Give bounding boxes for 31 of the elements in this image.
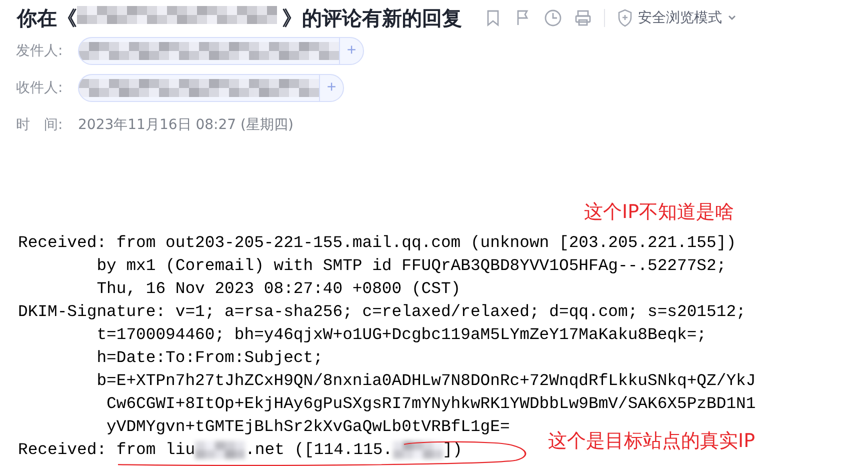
header-text: Received: from liu xyxy=(18,439,196,461)
clock-icon[interactable] xyxy=(544,9,562,27)
header-text: .net ([114.115. xyxy=(245,439,393,461)
header-text: ]) xyxy=(442,439,462,461)
email-subject: 》的评论有新的回复 xyxy=(282,4,462,32)
redacted-text xyxy=(392,440,443,458)
header-text: Received: from out203-205-221-155.mail.qq.com (unknown [203.205.221.155]) xyxy=(18,232,736,254)
printer-icon[interactable] xyxy=(574,9,592,27)
safe-browsing-mode-button[interactable]: 安全浏览模式 xyxy=(617,9,737,27)
contact-chip[interactable]: + xyxy=(78,37,364,65)
contact-chip[interactable]: + xyxy=(78,74,344,102)
header-text: h=Date:To:From:Subject; xyxy=(96,347,323,369)
annotation-note: 这个IP不知道是啥 xyxy=(584,200,734,225)
add-contact-button[interactable]: + xyxy=(339,38,363,64)
email-subject: 你在《 xyxy=(17,4,77,32)
header-text: by mx1 (Coremail) with SMTP id FFUQrAB3QBD8YVV1O5HFAg--.52277S2; xyxy=(96,255,726,277)
field-label: 发件人: xyxy=(16,42,64,60)
add-contact-button[interactable]: + xyxy=(319,75,343,101)
field-label: 收件人: xyxy=(16,79,64,97)
header-text: Thu, 16 Nov 2023 08:27:40 +0800 (CST) xyxy=(96,278,461,300)
sent-time: 2023年11月16日 08:27 (星期四) xyxy=(78,116,294,134)
annotation-note: 这个是目标站点的真实IP xyxy=(548,429,756,454)
redacted-text xyxy=(195,440,246,458)
chevron-down-icon xyxy=(727,14,737,22)
header-text: b=E+XTPn7h27tJhZCxH9QN/8nxnia0ADHLw7N8DOnRc+72WnqdRfLkkuSNkq+QZ/YkJ xyxy=(96,370,756,392)
header-text: Cw6CGWI+8ItOp+EkjHAy6gPuSXgsRI7mYNyhkwRK1YWDbbLw9BmV/SAK6X5PzBD1N1 xyxy=(106,393,756,415)
header-text: yVDMYgvn+tGMTEjBLhSr2kXvGaQwLb0tVRBfL1gE= xyxy=(106,416,510,438)
shield-icon xyxy=(617,9,633,27)
header-text: DKIM-Signature: v=1; a=rsa-sha256; c=relaxed/relaxed; d=qq.com; s=s201512; xyxy=(18,301,746,323)
field-label: 时 间: xyxy=(16,116,64,134)
header-text: t=1700094460; bh=y46qjxW+o1UG+Dcgbc119aM5LYmZeY17MaKaku8Beqk=; xyxy=(96,324,707,346)
